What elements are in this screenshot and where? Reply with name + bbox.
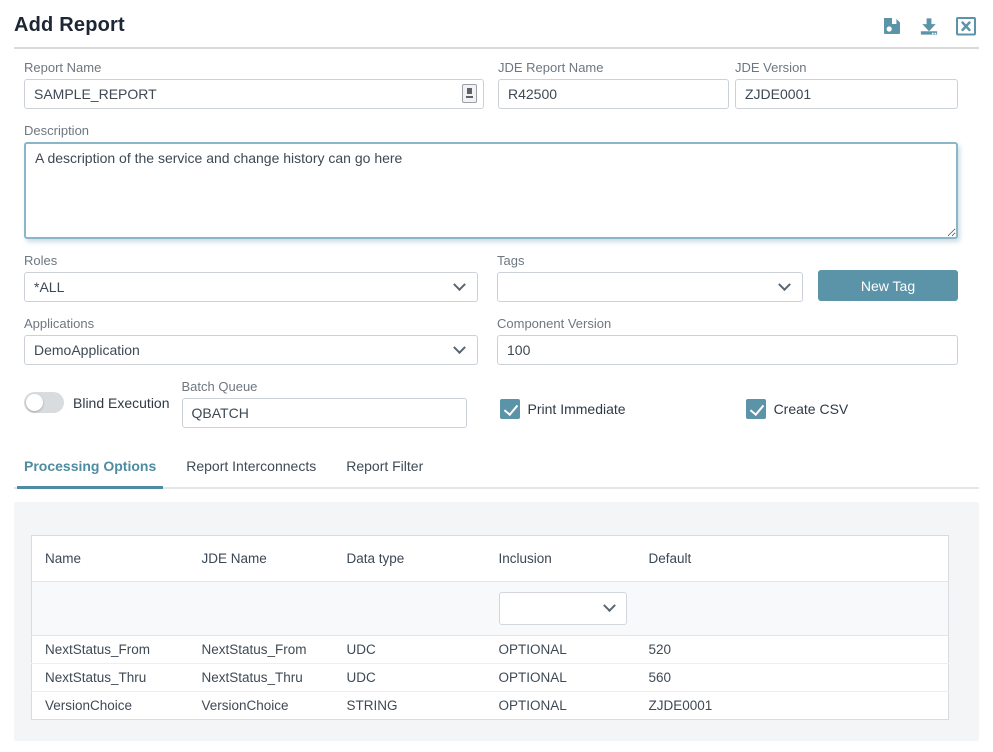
row-description: Description A description of the service… (24, 123, 958, 239)
row-execution-options: Blind Execution Batch Queue Print Immedi… (24, 379, 958, 428)
tab-processing-options[interactable]: Processing Options (17, 448, 163, 487)
processing-options-panel: Name JDE Name Data type Inclusion Defaul… (14, 502, 979, 741)
create-csv-label: Create CSV (774, 401, 849, 417)
blind-execution-toggle[interactable] (24, 392, 64, 413)
jde-version-input[interactable] (735, 79, 958, 109)
batch-queue-input[interactable] (182, 398, 467, 428)
col-header-default: Default (636, 536, 949, 582)
component-version-input[interactable] (497, 335, 958, 365)
processing-options-table: Name JDE Name Data type Inclusion Defaul… (31, 535, 949, 720)
roles-label: Roles (24, 253, 478, 268)
chevron-down-icon (778, 278, 791, 291)
applications-select[interactable]: DemoApplication (24, 335, 478, 365)
create-csv-checkbox[interactable] (746, 399, 766, 419)
download-icon[interactable] (918, 15, 940, 37)
component-version-label: Component Version (497, 316, 958, 331)
table-filter-row (32, 582, 949, 636)
report-name-label: Report Name (24, 60, 484, 75)
header-divider (14, 47, 979, 49)
description-label: Description (24, 123, 958, 138)
col-header-inclusion: Inclusion (486, 536, 636, 582)
batch-queue-label: Batch Queue (182, 379, 467, 394)
chevron-down-icon (453, 278, 466, 291)
inclusion-filter-select[interactable] (499, 592, 627, 625)
print-immediate-checkbox[interactable] (500, 399, 520, 419)
jde-report-name-label: JDE Report Name (498, 60, 729, 75)
page-title: Add Report (14, 14, 125, 37)
col-header-name: Name (32, 536, 189, 582)
jde-report-name-input[interactable] (498, 79, 729, 109)
header: Add Report (14, 14, 979, 37)
autofill-icon (462, 84, 477, 103)
tags-label: Tags (497, 253, 803, 268)
report-name-input[interactable] (24, 79, 484, 109)
chevron-down-icon (453, 341, 466, 354)
col-header-jde-name: JDE Name (189, 536, 334, 582)
new-tag-button[interactable]: New Tag (818, 270, 958, 301)
description-textarea[interactable]: A description of the service and change … (24, 142, 958, 239)
applications-label: Applications (24, 316, 478, 331)
jde-version-label: JDE Version (735, 60, 958, 75)
row-names: Report Name JDE Report Name JDE Version (24, 60, 958, 109)
chevron-down-icon (603, 599, 616, 612)
roles-select[interactable]: *ALL (24, 272, 478, 302)
print-immediate-label: Print Immediate (528, 401, 626, 417)
tab-bar: Processing Options Report Interconnects … (14, 448, 979, 489)
tags-select[interactable] (497, 272, 803, 302)
header-actions (881, 15, 977, 37)
print-immediate-checkbox-group[interactable]: Print Immediate (500, 399, 626, 419)
close-icon[interactable] (955, 15, 977, 37)
tab-report-filter[interactable]: Report Filter (339, 448, 430, 487)
table-row[interactable]: NextStatus_Thru NextStatus_Thru UDC OPTI… (32, 664, 949, 692)
table-header-row: Name JDE Name Data type Inclusion Defaul… (32, 536, 949, 582)
col-header-data-type: Data type (334, 536, 486, 582)
tab-report-interconnects[interactable]: Report Interconnects (179, 448, 323, 487)
table-row[interactable]: VersionChoice VersionChoice STRING OPTIO… (32, 692, 949, 720)
blind-execution-label: Blind Execution (73, 395, 170, 411)
save-icon[interactable] (881, 15, 903, 37)
row-roles-tags: Roles *ALL Tags New Tag (24, 253, 958, 302)
add-report-form: Add Report (0, 0, 993, 428)
row-apps-version: Applications DemoApplication Component V… (24, 316, 958, 365)
blind-execution-toggle-group: Blind Execution (24, 392, 170, 413)
table-row[interactable]: NextStatus_From NextStatus_From UDC OPTI… (32, 636, 949, 664)
create-csv-checkbox-group[interactable]: Create CSV (746, 399, 849, 419)
